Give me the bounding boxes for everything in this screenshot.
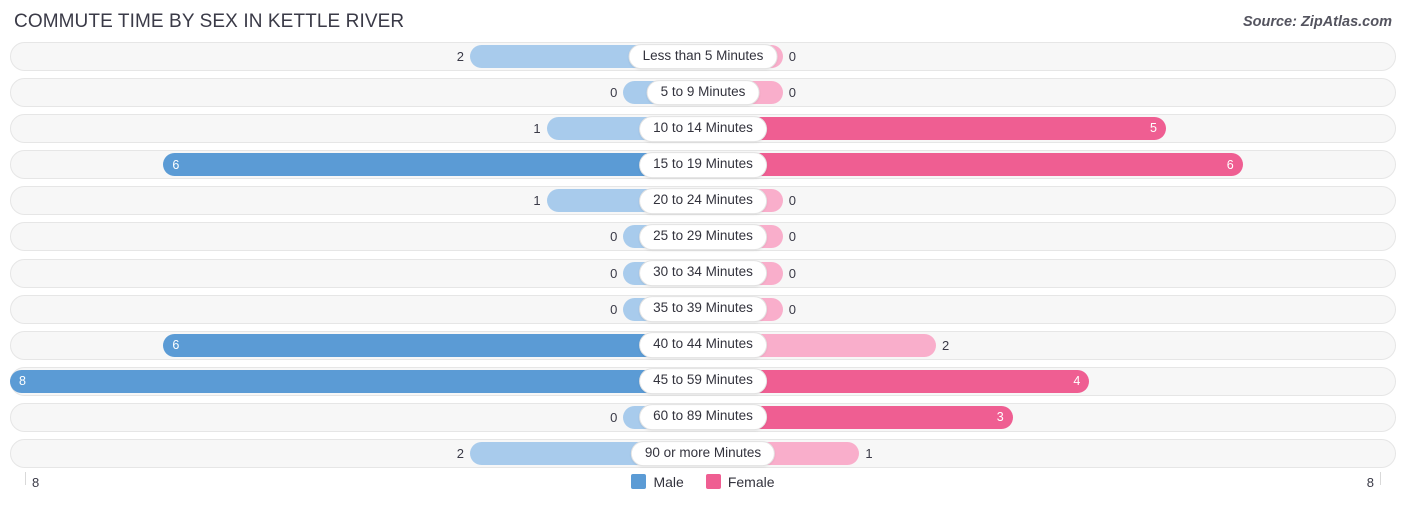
female-value-label: 3 [996, 410, 1004, 425]
female-value-label: 0 [788, 193, 796, 209]
male-value-label: 0 [610, 409, 618, 425]
male-half: 0 [10, 293, 703, 326]
legend-item-male[interactable]: Male [631, 473, 684, 490]
male-value-label: 0 [610, 229, 618, 245]
commute-time-chart: COMMUTE TIME BY SEX IN KETTLE RIVER Sour… [0, 0, 1406, 523]
female-bar[interactable]: 6 [703, 153, 1243, 177]
source-attribution: Source: ZipAtlas.com [1242, 14, 1392, 30]
category-label: 40 to 44 Minutes [639, 332, 767, 359]
chart-row: 0 3 60 to 89 Minutes [10, 401, 1396, 434]
female-value-label: 0 [788, 229, 796, 245]
female-half: 3 [703, 401, 1396, 434]
category-label: Less than 5 Minutes [628, 43, 778, 70]
category-label: 90 or more Minutes [630, 440, 776, 467]
female-value-label: 2 [942, 337, 950, 353]
female-value-label: 1 [865, 446, 873, 462]
male-bar[interactable]: 6 [163, 333, 703, 357]
chart-header: COMMUTE TIME BY SEX IN KETTLE RIVER Sour… [0, 0, 1406, 40]
female-value-label: 6 [1226, 157, 1234, 172]
female-half: 4 [703, 365, 1396, 398]
male-half: 0 [10, 401, 703, 434]
chart-footer: 8 8 Male Female [10, 472, 1396, 506]
category-label: 10 to 14 Minutes [639, 115, 767, 142]
female-bar[interactable]: 5 [703, 117, 1166, 141]
page-title: COMMUTE TIME BY SEX IN KETTLE RIVER [14, 11, 405, 32]
female-value-label: 0 [788, 265, 796, 281]
category-label: 30 to 34 Minutes [639, 260, 767, 286]
legend-label-female: Female [727, 473, 775, 490]
category-label: 5 to 9 Minutes [646, 79, 760, 106]
female-value-label: 0 [788, 301, 796, 317]
female-half: 2 [703, 329, 1396, 362]
chart-row: 6 2 40 to 44 Minutes [10, 329, 1396, 362]
female-half: 0 [703, 76, 1396, 109]
chart-row: 2 0 Less than 5 Minutes [10, 40, 1396, 73]
chart-legend: Male Female [10, 474, 1396, 489]
category-label: 45 to 59 Minutes [639, 368, 767, 395]
male-value-label: 0 [610, 301, 618, 317]
legend-swatch-male-icon [631, 474, 647, 489]
male-value-label: 0 [610, 85, 618, 101]
category-label: 60 to 89 Minutes [639, 404, 767, 431]
female-value-label: 4 [1073, 374, 1081, 389]
category-label: 20 to 24 Minutes [639, 187, 767, 214]
chart-row: 0 0 30 to 34 Minutes [10, 257, 1396, 290]
category-label: 25 to 29 Minutes [639, 224, 767, 250]
male-bar[interactable]: 6 [163, 153, 703, 177]
chart-plot-area: 2 0 Less than 5 Minutes 0 0 5 to 9 Minutes 1 5 1… [10, 40, 1396, 472]
chart-row: 1 5 10 to 14 Minutes [10, 112, 1396, 145]
female-half: 0 [703, 293, 1396, 326]
female-half: 5 [703, 112, 1396, 145]
chart-row: 8 4 45 to 59 Minutes [10, 365, 1396, 398]
male-value-label: 6 [172, 157, 180, 172]
male-value-label: 0 [610, 265, 618, 281]
female-half: 6 [703, 148, 1396, 181]
male-value-label: 1 [533, 193, 541, 209]
chart-row: 1 0 20 to 24 Minutes [10, 184, 1396, 217]
chart-row: 6 6 15 to 19 Minutes [10, 148, 1396, 181]
male-value-label: 6 [172, 338, 180, 352]
male-value-label: 2 [456, 446, 464, 462]
legend-label-male: Male [653, 473, 684, 490]
male-half: 6 [10, 148, 703, 181]
chart-row: 0 0 35 to 39 Minutes [10, 293, 1396, 326]
male-half: 6 [10, 329, 703, 362]
chart-row: 0 0 25 to 29 Minutes [10, 220, 1396, 253]
male-value-label: 1 [533, 121, 541, 137]
male-half: 0 [10, 76, 703, 109]
female-value-label: 0 [788, 49, 796, 64]
legend-item-female[interactable]: Female [705, 473, 775, 490]
legend-swatch-female-icon [705, 474, 721, 489]
male-half: 0 [10, 257, 703, 290]
female-half: 0 [703, 220, 1396, 253]
female-half: 0 [703, 40, 1396, 73]
female-half: 0 [703, 184, 1396, 217]
chart-row: 2 1 90 or more Minutes [10, 437, 1396, 470]
male-bar[interactable]: 8 [10, 369, 703, 393]
category-label: 15 to 19 Minutes [639, 151, 767, 178]
male-value-label: 2 [456, 49, 464, 64]
male-value-label: 8 [19, 374, 26, 389]
male-half: 1 [10, 112, 703, 145]
male-half: 8 [10, 365, 703, 398]
chart-row: 0 0 5 to 9 Minutes [10, 76, 1396, 109]
male-half: 0 [10, 220, 703, 253]
female-value-label: 5 [1150, 121, 1157, 136]
male-half: 2 [10, 437, 703, 470]
female-value-label: 0 [788, 85, 796, 101]
female-half: 1 [703, 437, 1396, 470]
male-half: 2 [10, 40, 703, 73]
male-half: 1 [10, 184, 703, 217]
female-half: 0 [703, 257, 1396, 290]
category-label: 35 to 39 Minutes [639, 296, 767, 323]
